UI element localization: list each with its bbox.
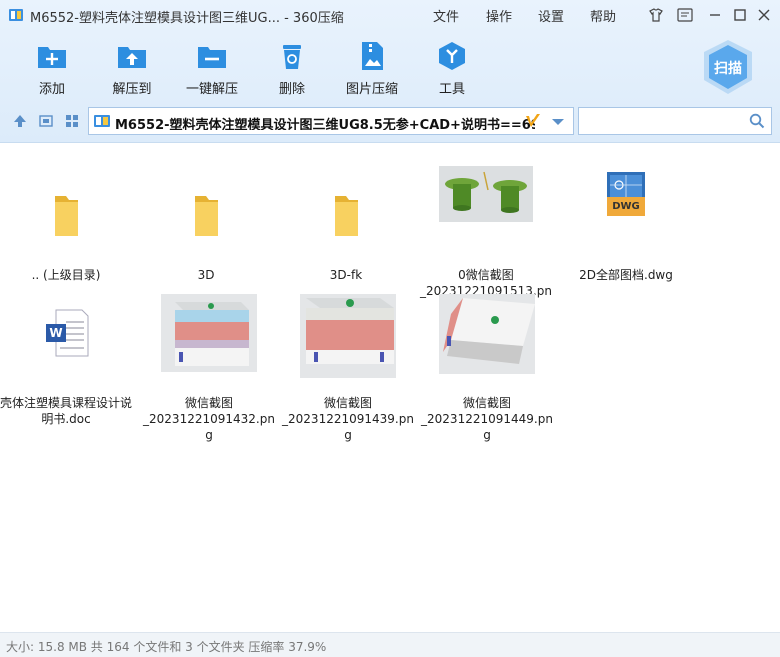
delete-button[interactable]: 删除 (252, 38, 332, 98)
file-item-image[interactable]: 微信截图 _20231221091432.png (143, 294, 275, 442)
add-label: 添加 (38, 82, 65, 97)
one-click-extract-icon (198, 47, 226, 68)
add-button[interactable]: 添加 (12, 38, 92, 98)
file-name: 微信截图 _20231221091432.png (143, 396, 275, 442)
file-name: 微信截图 _20231221091449.png (421, 396, 553, 442)
archive-icon (94, 115, 110, 127)
minimize-icon[interactable] (706, 6, 724, 24)
file-name: 2D全部图档.dwg (579, 268, 673, 282)
scan-label: 扫描 (714, 61, 742, 77)
file-name: .. (上级目录) (31, 268, 101, 282)
file-item-parent-dir[interactable]: .. (上级目录) (2, 166, 130, 296)
file-item-folder[interactable]: 3D-fk (282, 166, 410, 296)
maximize-icon[interactable] (731, 6, 749, 24)
address-bar[interactable]: M6552-塑料壳体注塑模具设计图三维UG8.5无参+CAD+说明书==6922… (88, 107, 574, 135)
window-title: M6552-塑料壳体注塑模具设计图三维UG... - 360压缩 (30, 11, 344, 26)
recycle-bin-icon (283, 45, 301, 69)
dwg-badge-text: DWG (612, 201, 640, 212)
search-icon[interactable] (749, 113, 765, 129)
archive-path: M6552-塑料壳体注塑模具设计图三维UG8.5无参+CAD+说明书==6922… (115, 118, 535, 130)
file-item-folder[interactable]: 3D (142, 166, 270, 296)
skin-icon[interactable] (647, 6, 665, 24)
image-compress-icon (362, 42, 383, 70)
file-list: .. (上级目录) 3D 3D-fk 0微信截图 _20231221091513… (0, 144, 780, 632)
tools-label: 工具 (438, 82, 465, 97)
delete-label: 删除 (278, 82, 305, 97)
search-input[interactable] (583, 111, 743, 131)
file-name: 3D (197, 268, 215, 282)
folder-icon (55, 196, 78, 236)
one-click-extract-button[interactable]: 一键解压 (172, 38, 252, 98)
file-item-image[interactable]: 微信截图 _20231221091449.png (421, 294, 553, 442)
up-arrow-icon[interactable] (12, 113, 28, 129)
tools-icon (439, 42, 465, 70)
extract-to-icon (118, 47, 146, 68)
verified-icon (526, 114, 540, 127)
tools-button[interactable]: 工具 (412, 38, 492, 98)
menu-settings[interactable]: 设置 (538, 6, 564, 25)
mold-thumbnail (161, 294, 257, 372)
menu-help[interactable]: 帮助 (590, 6, 616, 25)
mold-thumbnail (300, 294, 396, 378)
one-click-extract-label: 一键解压 (185, 82, 238, 97)
status-bar: 大小: 15.8 MB 共 164 个文件和 3 个文件夹 压缩率 37.9% (0, 632, 780, 657)
extract-to-button[interactable]: 解压到 (92, 38, 172, 98)
feedback-icon[interactable] (676, 6, 694, 24)
menu-operation[interactable]: 操作 (486, 6, 512, 25)
menu-file[interactable]: 文件 (433, 6, 459, 25)
mold-thumbnail (439, 294, 535, 374)
file-item-image[interactable]: 0微信截图 _20231221091513.png (420, 166, 552, 314)
file-name: 壳体注塑模具课程设计说 明书.doc (0, 396, 132, 426)
title-bar: M6552-塑料壳体注塑模具设计图三维UG... - 360压缩 文件 操作 设… (0, 0, 780, 30)
file-name: 3D-fk (329, 268, 363, 282)
file-item-doc[interactable]: W 壳体注塑模具课程设计说 明书.doc (0, 294, 132, 426)
app-logo-icon (9, 9, 23, 21)
search-box[interactable] (578, 107, 772, 135)
add-icon (38, 47, 66, 68)
thumbnail-view-icon[interactable] (64, 113, 80, 129)
image-compress-label: 图片压缩 (345, 82, 398, 97)
file-item-dwg[interactable]: DWG 2D全部图档.dwg (562, 166, 690, 296)
extract-to-label: 解压到 (112, 82, 152, 97)
close-icon[interactable] (755, 6, 773, 24)
detail-view-icon[interactable] (38, 113, 54, 129)
folder-icon (335, 196, 358, 236)
chevron-down-icon[interactable] (551, 118, 565, 126)
folder-icon (195, 196, 218, 236)
dwg-file-icon (607, 172, 645, 216)
green-parts-thumbnail (439, 166, 533, 222)
file-item-image[interactable]: 微信截图 _20231221091439.png (282, 294, 414, 442)
status-text: 大小: 15.8 MB 共 164 个文件和 3 个文件夹 压缩率 37.9% (6, 640, 327, 654)
word-document-icon (46, 309, 89, 357)
scan-button[interactable]: 扫描 (700, 38, 756, 96)
image-compress-button[interactable]: 图片压缩 (332, 38, 412, 98)
window-chrome: M6552-塑料壳体注塑模具设计图三维UG... - 360压缩 文件 操作 设… (0, 0, 780, 143)
file-name: 微信截图 _20231221091439.png (282, 396, 414, 442)
word-badge-text: W (49, 326, 63, 340)
